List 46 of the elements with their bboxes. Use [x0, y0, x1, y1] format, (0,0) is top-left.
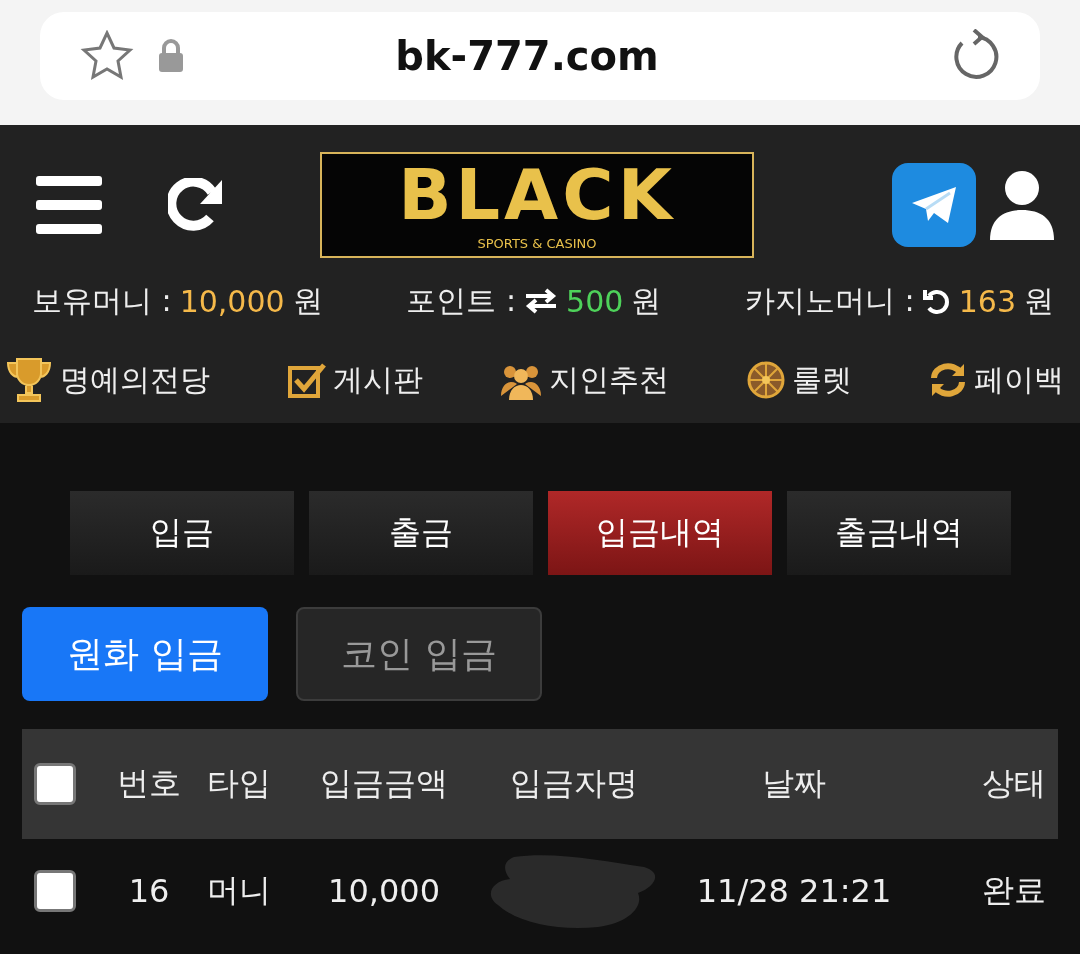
- trophy-icon: [4, 355, 54, 405]
- currency-unit: 원: [631, 281, 662, 320]
- balance-value: 10,000: [179, 283, 285, 319]
- menu-link[interactable]: 명예의전당: [4, 355, 210, 405]
- user-icon[interactable]: [990, 170, 1054, 240]
- column-header: 입금자명: [509, 763, 639, 804]
- logo[interactable]: BLACK SPORTS & CASINO: [320, 152, 754, 258]
- menu-link[interactable]: 게시판: [286, 359, 423, 401]
- menu-link[interactable]: 페이백: [928, 359, 1064, 401]
- wheel-icon: [745, 360, 786, 400]
- exchange-icon: [524, 288, 559, 314]
- lock-icon: [158, 38, 184, 73]
- logo-title: BLACK: [398, 159, 676, 230]
- balance-value: 163: [958, 283, 1016, 319]
- telegram-button[interactable]: [892, 163, 976, 247]
- table-cell-text: 머니: [206, 870, 272, 911]
- tab[interactable]: 출금내역: [786, 491, 1011, 575]
- row-checkbox[interactable]: [34, 870, 76, 912]
- table-cell-text: 11/28 21:21: [695, 872, 893, 910]
- column-header: 날짜: [761, 763, 827, 804]
- currency-unit: 원: [292, 281, 323, 320]
- column-header: 상태: [981, 763, 1046, 804]
- deposit-type-button[interactable]: 코인 입금: [296, 607, 542, 701]
- column-header: 번호: [116, 763, 182, 804]
- table-cell-text: 완료: [981, 870, 1046, 911]
- cycle-icon: [928, 362, 968, 398]
- tab[interactable]: 입금내역: [547, 491, 772, 575]
- balance-label: 포인트 :: [406, 281, 517, 320]
- deposit-type-button[interactable]: 원화 입금: [22, 607, 268, 701]
- menu-link[interactable]: 지인추천: [499, 359, 669, 401]
- star-icon[interactable]: [80, 29, 134, 82]
- menu-icon[interactable]: [36, 176, 102, 234]
- table-cell-text: 10,000: [327, 872, 441, 910]
- tab[interactable]: 출금: [308, 491, 533, 575]
- table-cell-text: 16: [127, 872, 171, 910]
- select-all-checkbox[interactable]: [34, 763, 76, 805]
- balance-value: 500: [566, 283, 624, 319]
- logo-tagline: SPORTS & CASINO: [477, 235, 597, 251]
- balance-label: 카지노머니 :: [745, 281, 915, 320]
- balance-label: 보유머니 :: [32, 281, 172, 320]
- paper-plane-icon: [910, 185, 958, 225]
- menu-link[interactable]: 룰렛: [745, 359, 852, 401]
- tab[interactable]: 입금: [69, 491, 294, 575]
- column-header: 입금금액: [319, 763, 449, 804]
- column-header: 타입: [206, 763, 272, 804]
- currency-unit: 원: [1024, 281, 1054, 320]
